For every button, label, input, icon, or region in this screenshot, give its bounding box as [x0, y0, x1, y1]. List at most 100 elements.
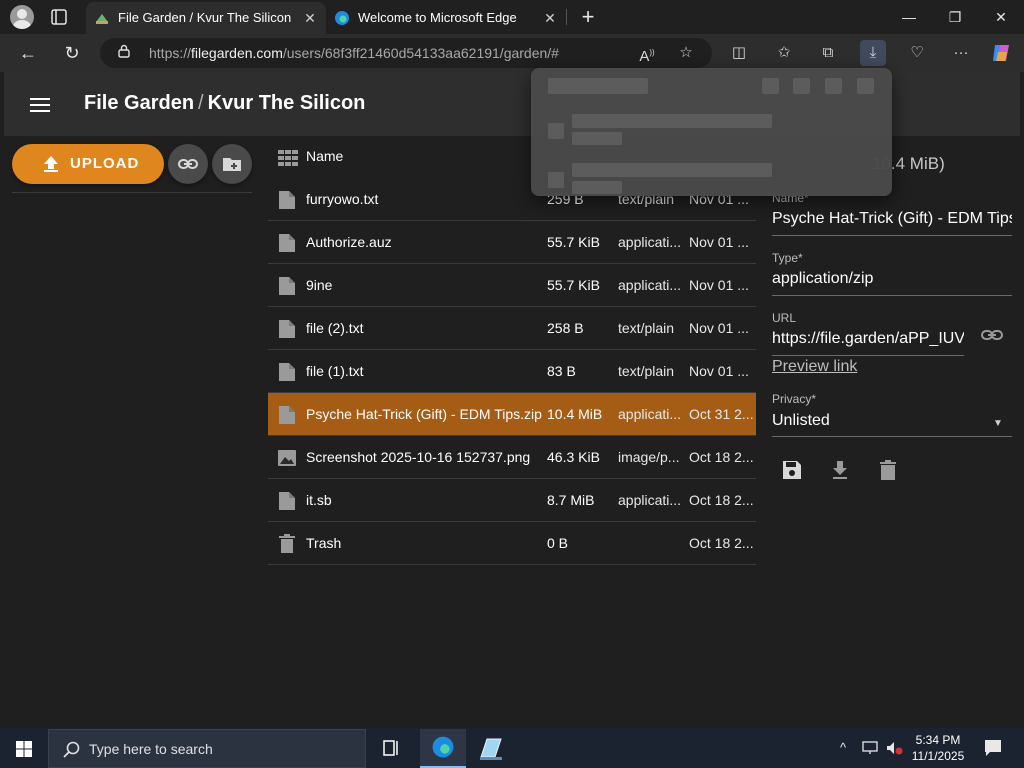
url-host: filegarden.com [191, 45, 283, 61]
new-folder-button[interactable] [212, 144, 252, 184]
minimize-icon[interactable]: — [886, 0, 932, 34]
privacy-field-label: Privacy* [772, 392, 817, 406]
file-row[interactable]: file (2).txt 258 B text/plain Nov 01 ... [268, 307, 756, 350]
flyout-action-placeholder[interactable] [793, 78, 810, 94]
add-link-button[interactable] [168, 144, 208, 184]
taskbar-clock[interactable]: 5:34 PM 11/1/2025 [906, 732, 970, 764]
volume-muted-icon[interactable] [886, 741, 904, 755]
file-date: Oct 18 2... [689, 449, 754, 465]
file-size: 0 B [547, 535, 569, 551]
favorite-star-icon[interactable]: ☆ [673, 40, 699, 66]
file-date: Nov 01 ... [689, 363, 749, 379]
url-field[interactable]: https://file.garden/aPP_IUV [772, 330, 964, 348]
new-tab-icon[interactable]: + [578, 2, 598, 32]
refresh-icon[interactable]: ↻ [58, 40, 86, 66]
windows-start-icon[interactable] [16, 741, 32, 757]
tab-close-icon[interactable]: ✕ [302, 2, 318, 34]
tray-chevron-icon[interactable]: ^ [840, 740, 846, 755]
app-title: File Garden [84, 92, 195, 114]
file-type: applicati... [618, 492, 682, 508]
clock-time: 5:34 PM [915, 733, 961, 747]
type-field[interactable]: application/zip [772, 270, 1012, 288]
file-size: 55.7 KiB [547, 277, 600, 293]
file-date: Nov 01 ... [689, 234, 749, 250]
file-size: 10.4 MiB [547, 406, 603, 422]
close-window-icon[interactable]: ✕ [978, 0, 1024, 34]
file-icon [278, 405, 296, 425]
file-size: 55.7 KiB [547, 234, 600, 250]
name-field-underline [772, 235, 1012, 236]
file-name: file (1).txt [306, 363, 364, 379]
file-type: applicati... [618, 234, 682, 250]
network-icon[interactable] [862, 741, 880, 755]
image-icon [278, 448, 296, 468]
app-taskbar-icon[interactable] [468, 729, 514, 768]
task-view-icon[interactable] [368, 729, 414, 768]
clock-date: 11/1/2025 [911, 749, 965, 763]
delete-icon[interactable] [876, 458, 900, 482]
profile-avatar-icon[interactable] [10, 5, 34, 29]
copilot-icon[interactable] [990, 42, 1012, 64]
grid-view-icon[interactable] [278, 150, 298, 166]
file-name: Screenshot 2025-10-16 152737.png [306, 449, 531, 465]
file-row[interactable]: file (1).txt 83 B text/plain Nov 01 ... [268, 350, 756, 393]
file-row[interactable]: Trash 0 B Oct 18 2... [268, 522, 756, 565]
file-row[interactable]: Authorize.auz 55.7 KiB applicati... Nov 01 … [268, 221, 756, 264]
user-name[interactable]: Kvur The Silicon [208, 92, 366, 114]
name-column-header[interactable]: Name [306, 148, 343, 164]
restore-icon[interactable]: ❐ [932, 0, 978, 34]
file-size: 8.7 MiB [547, 492, 595, 508]
notifications-icon[interactable] [984, 739, 1002, 757]
file-row[interactable]: 9ine 55.7 KiB applicati... Nov 01 ... [268, 264, 756, 307]
tab-file-garden[interactable]: File Garden / Kvur The Silicon ✕ [86, 2, 326, 34]
url-path: /users/68f3ff21460d54133aa62191/garden/# [282, 45, 559, 61]
file-size: 83 B [547, 363, 576, 379]
menu-icon[interactable] [30, 98, 50, 112]
file-name: it.sb [306, 492, 332, 508]
flyout-action-placeholder[interactable] [825, 78, 842, 94]
download-icon[interactable] [828, 458, 852, 482]
flyout-item-placeholder [572, 181, 622, 194]
favorites-icon[interactable]: ✩ [771, 40, 797, 66]
downloads-flyout [531, 68, 892, 196]
upload-button[interactable]: UPLOAD [12, 144, 164, 184]
privacy-field-underline [772, 436, 1012, 437]
read-aloud-icon[interactable]: A)) [634, 40, 660, 66]
back-icon[interactable]: ← [14, 40, 42, 66]
split-screen-icon[interactable]: ◫ [726, 40, 752, 66]
file-size: 46.3 KiB [547, 449, 600, 465]
upload-label: UPLOAD [70, 155, 140, 172]
file-date: Oct 31 2... [689, 406, 754, 422]
file-row[interactable]: it.sb 8.7 MiB applicati... Oct 18 2... [268, 479, 756, 522]
tab-close-icon[interactable]: ✕ [542, 2, 558, 34]
url-field-underline [772, 355, 964, 356]
url-field-label: URL [772, 311, 797, 325]
settings-more-icon[interactable]: ··· [948, 40, 974, 66]
privacy-dropdown-arrow-icon[interactable]: ▼ [993, 418, 1003, 429]
collections-icon[interactable]: ⧉ [815, 40, 841, 66]
tab-edge-welcome[interactable]: Welcome to Microsoft Edge ✕ [326, 2, 566, 34]
search-icon [63, 741, 80, 758]
save-icon[interactable] [780, 458, 804, 482]
downloads-icon[interactable]: ⤓ [860, 40, 886, 66]
tab-title: Welcome to Microsoft Edge [358, 10, 517, 25]
preview-link[interactable]: Preview link [772, 358, 857, 376]
copy-link-icon[interactable] [981, 328, 1003, 342]
url-text[interactable]: https://filegarden.com/users/68f3ff21460… [149, 44, 559, 62]
flyout-item-placeholder [572, 163, 772, 177]
link-icon [178, 159, 198, 169]
file-row-selected[interactable]: Psyche Hat-Trick (Gift) - EDM Tips.zip 10… [268, 393, 756, 436]
screen: File Garden / Kvur The Silicon ✕ Welcome… [0, 0, 1024, 768]
tab-actions-icon[interactable] [50, 8, 68, 26]
file-row[interactable]: Screenshot 2025-10-16 152737.png 46.3 KiB… [268, 436, 756, 479]
flyout-action-placeholder[interactable] [762, 78, 779, 94]
file-date: Oct 18 2... [689, 492, 754, 508]
flyout-item-icon-placeholder [548, 172, 564, 188]
name-field[interactable]: Psyche Hat-Trick (Gift) - EDM Tips.zip [772, 210, 1012, 228]
privacy-select[interactable]: Unlisted [772, 412, 972, 430]
edge-taskbar-icon[interactable] [420, 729, 466, 768]
flyout-action-placeholder[interactable] [857, 78, 874, 94]
taskbar-search-input[interactable]: Type here to search [48, 729, 366, 768]
lock-icon[interactable] [118, 44, 130, 58]
browser-essentials-icon[interactable]: ♡ [904, 40, 930, 66]
